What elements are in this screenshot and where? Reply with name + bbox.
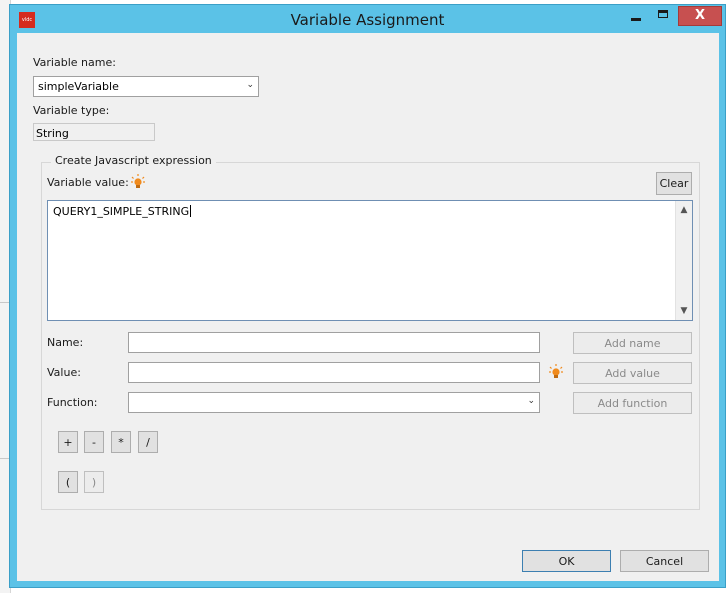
close-button[interactable]: X <box>678 6 722 26</box>
add-name-button[interactable]: Add name <box>573 332 692 354</box>
ok-button[interactable]: OK <box>522 550 611 572</box>
add-value-button[interactable]: Add value <box>573 362 692 384</box>
value-label: Value: <box>47 366 81 379</box>
chevron-down-icon: ⌄ <box>246 80 254 90</box>
minimize-icon <box>631 18 641 21</box>
title-bar[interactable]: vldc Variable Assignment X <box>10 5 725 33</box>
minimize-button[interactable] <box>623 6 650 26</box>
dialog-title: Variable Assignment <box>290 11 445 29</box>
divide-operator-button[interactable]: / <box>138 431 158 453</box>
cancel-button[interactable]: Cancel <box>620 550 709 572</box>
close-icon: X <box>694 8 706 23</box>
function-select[interactable]: ⌄ <box>128 392 540 413</box>
name-label: Name: <box>47 336 84 349</box>
variable-assignment-dialog: vldc Variable Assignment X Variable name… <box>9 4 726 588</box>
add-function-button[interactable]: Add function <box>573 392 692 414</box>
group-title: Create Javascript expression <box>51 154 216 167</box>
close-paren-button[interactable]: ) <box>84 471 104 493</box>
variable-type-field: String <box>33 123 155 141</box>
multiply-operator-button[interactable]: * <box>111 431 131 453</box>
variable-name-select[interactable]: simpleVariable ⌄ <box>33 76 259 97</box>
expression-text-wrap: QUERY1_SIMPLE_STRING <box>53 205 192 218</box>
variable-name-label: Variable name: <box>33 56 116 69</box>
variable-name-value: simpleVariable <box>38 80 119 93</box>
function-label: Function: <box>47 396 98 409</box>
chevron-down-icon: ⌄ <box>527 396 535 406</box>
plus-operator-button[interactable]: + <box>58 431 78 453</box>
dialog-body: Variable name: simpleVariable ⌄ Variable… <box>17 33 719 581</box>
name-input[interactable] <box>128 332 540 353</box>
minus-operator-button[interactable]: - <box>84 431 104 453</box>
expression-textarea[interactable]: QUERY1_SIMPLE_STRING ▲ ▼ <box>47 200 693 321</box>
value-input[interactable] <box>128 362 540 383</box>
lightbulb-hint-icon[interactable] <box>131 174 145 190</box>
maximize-icon <box>658 10 668 18</box>
maximize-button[interactable] <box>651 6 677 26</box>
variable-type-label: Variable type: <box>33 104 110 117</box>
text-caret <box>190 205 192 217</box>
lightbulb-value-hint-icon[interactable] <box>549 364 563 380</box>
expression-text: QUERY1_SIMPLE_STRING <box>53 205 190 218</box>
scroll-up-icon[interactable]: ▲ <box>676 202 692 218</box>
open-paren-button[interactable]: ( <box>58 471 78 493</box>
vertical-scrollbar[interactable]: ▲ ▼ <box>675 201 692 320</box>
scroll-down-icon[interactable]: ▼ <box>676 303 692 319</box>
variable-value-label: Variable value: <box>47 176 129 189</box>
clear-button[interactable]: Clear <box>656 172 692 195</box>
